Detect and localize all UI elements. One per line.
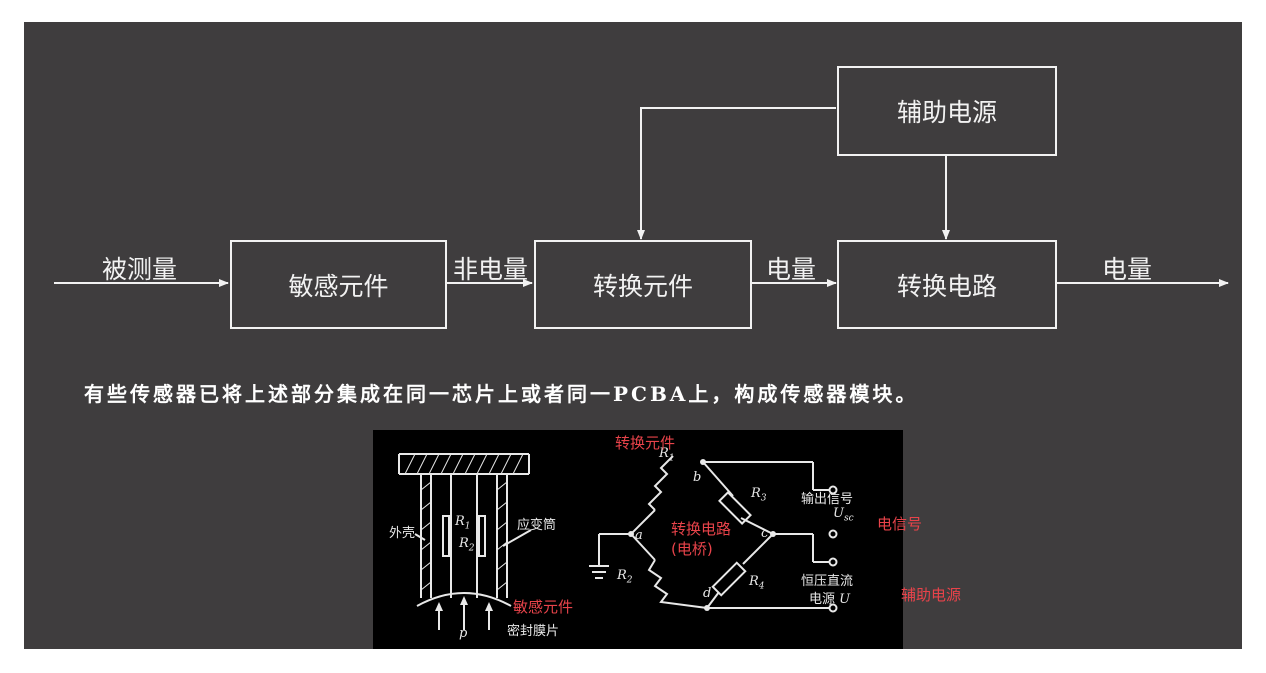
node-conversion-circuit: 转换电路	[837, 240, 1057, 329]
label-pressure: p	[459, 626, 468, 641]
edge-label-input: 被测量	[102, 255, 178, 284]
node-transducer-element: 转换元件	[534, 240, 752, 329]
annotation-circuit: 转换电路 (电桥)	[671, 520, 732, 558]
node-sensitive-element: 敏感元件	[230, 240, 447, 329]
label-usc: Usc	[833, 506, 854, 524]
label-node-d: d	[703, 586, 712, 601]
label-bridge-r2: R2	[617, 568, 633, 586]
label-constant-voltage: 恒压直流	[801, 574, 854, 589]
sensor-figure: 外壳 R1 R2 应变筒 p 密封膜片 a b c d R1 R2 R3 R4 …	[373, 430, 903, 649]
label-node-a: a	[635, 528, 643, 543]
annotation-signal: 电信号	[877, 515, 923, 533]
caption-text: 有些传感器已将上述部分集成在同一芯片上或者同一PCBA上，构成传感器模块。	[84, 382, 919, 406]
label-strain-tube: 应变筒	[517, 518, 557, 533]
annotation-transducer: 转换元件	[615, 434, 676, 452]
edge-label-non-electrical: 非电量	[453, 255, 529, 284]
edge-label-output: 电量	[1102, 255, 1153, 284]
label-shell: 外壳	[389, 526, 416, 541]
label-power-u: 电源 U	[809, 592, 851, 607]
label-node-b: b	[693, 470, 702, 485]
edge-label-electrical: 电量	[766, 255, 817, 284]
annotation-sensitive: 敏感元件	[513, 598, 574, 616]
label-node-c: c	[761, 526, 769, 541]
annotation-aux-power: 辅助电源	[901, 586, 962, 604]
label-seal-film: 密封膜片	[507, 624, 560, 639]
label-bridge-r4: R4	[749, 574, 765, 592]
label-r1: R1	[455, 514, 471, 532]
arrow-aux-to-transducer	[637, 107, 836, 240]
node-auxiliary-power: 辅助电源	[837, 66, 1057, 156]
slide: 敏感元件 转换元件 转换电路 辅助电源 被测量 非电量 电量 电量 有些传感器已…	[24, 22, 1242, 649]
label-output-signal: 输出信号	[801, 492, 854, 507]
label-bridge-r3: R3	[751, 486, 767, 504]
label-r2: R2	[459, 536, 475, 554]
